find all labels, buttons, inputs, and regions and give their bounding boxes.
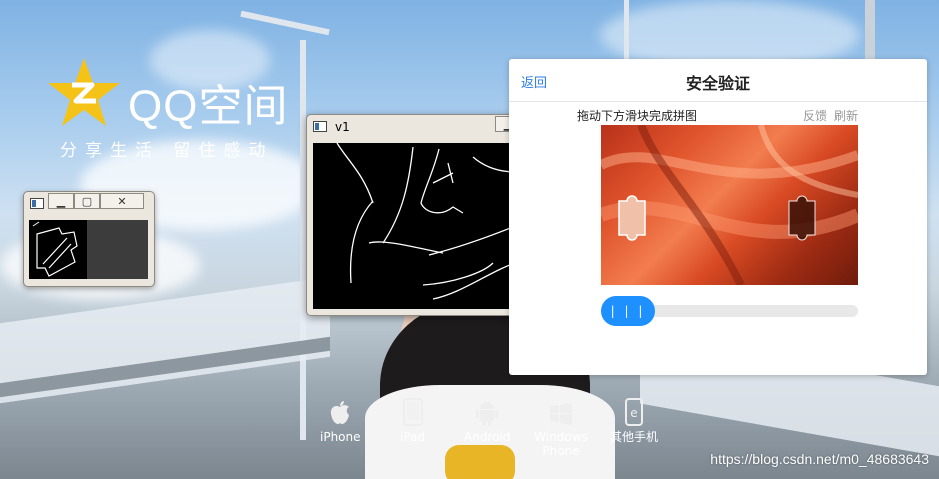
download-label: iPad — [400, 430, 426, 444]
download-label: Windows Phone — [534, 430, 588, 458]
download-label: 其他手机 — [610, 430, 659, 444]
maximize-button[interactable]: ▢ — [74, 193, 100, 209]
minimize-button[interactable]: ▁ — [48, 193, 74, 209]
close-button[interactable]: ✕ — [100, 193, 144, 209]
brand-name: QQ空间 — [128, 82, 289, 131]
instruction-text: 拖动下方滑块完成拼图 — [577, 109, 698, 123]
download-other-phones[interactable]: e 其他手机 — [610, 398, 658, 444]
person-bag — [445, 445, 515, 479]
svg-text:e: e — [630, 406, 637, 420]
slider-handle[interactable]: | | | — [601, 296, 655, 326]
ipad-icon — [402, 398, 423, 426]
watermark: https://blog.csdn.net/m0_48683643 — [710, 451, 929, 467]
puzzle-piece-edges — [29, 220, 87, 279]
download-label: iPhone — [320, 430, 361, 444]
feedback-link[interactable]: 反馈 — [803, 107, 827, 124]
window-image-area — [29, 220, 148, 279]
puzzle-piece[interactable] — [618, 195, 646, 241]
dialog-title: 安全验证 — [685, 74, 750, 93]
android-icon — [476, 402, 499, 426]
window-titlebar[interactable]: ▁ ▢ ✕ — [24, 192, 154, 214]
small-image-window[interactable]: ▁ ▢ ✕ — [23, 191, 155, 287]
download-iphone[interactable]: iPhone — [320, 398, 361, 444]
apple-icon — [331, 401, 350, 424]
windows-icon — [550, 403, 572, 425]
window-app-icon — [30, 198, 44, 209]
divider — [509, 101, 927, 102]
brand-slogan: 分享生活 留住感动 — [60, 141, 274, 161]
qq-star-icon — [48, 58, 120, 126]
puzzle-image — [601, 125, 858, 285]
download-ipad[interactable]: iPad — [400, 398, 425, 444]
download-android[interactable]: Android — [464, 398, 510, 444]
download-windows-phone[interactable]: Windows Phone — [534, 398, 588, 458]
refresh-link[interactable]: 刷新 — [834, 107, 858, 124]
window-title: v1 — [335, 120, 350, 134]
phone-icon: e — [625, 398, 643, 426]
window-app-icon — [313, 121, 327, 132]
download-label: Android — [464, 430, 511, 444]
puzzle-slot — [788, 195, 816, 241]
security-verification-dialog: 返回 安全验证 拖动下方滑块完成拼图 反馈 刷新 | | | — [509, 59, 927, 375]
